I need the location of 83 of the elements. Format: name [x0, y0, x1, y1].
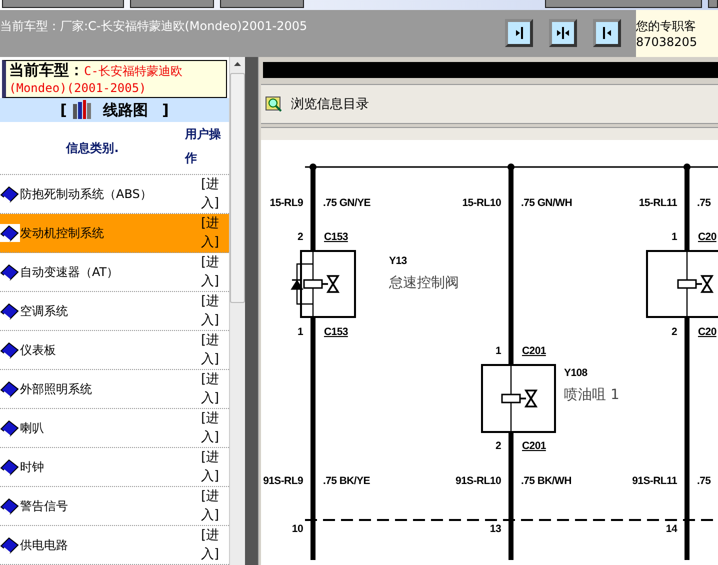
connector-label: C153 — [324, 231, 348, 243]
section-title: 线路图 — [103, 100, 148, 120]
valve-symbol — [677, 251, 714, 317]
component-name: 怠速控制阀 — [389, 275, 459, 291]
component-box — [646, 250, 718, 318]
pin-number: 1 — [495, 345, 501, 357]
enter-link[interactable]: [进入] — [201, 331, 223, 369]
wire-label: .75 GN/YE — [323, 197, 370, 209]
valve-symbol — [291, 251, 340, 317]
split-button[interactable] — [549, 19, 577, 47]
enter-link[interactable]: [进入] — [201, 487, 223, 525]
wire-label: .75 GN/WH — [521, 197, 572, 209]
enter-link[interactable]: [进入] — [201, 214, 223, 252]
category-label: 发动机控制系统 — [20, 224, 105, 242]
wire-label: .75 BK/YE — [323, 475, 370, 487]
category-label: 自动变速器（AT） — [20, 264, 120, 280]
scrollbar[interactable] — [229, 57, 245, 565]
pin-number: 1 — [297, 326, 303, 338]
toolbar-button[interactable] — [220, 0, 304, 8]
category-label: 仪表板 — [20, 342, 57, 358]
arrow-right-icon — [513, 26, 525, 40]
book-icon — [0, 224, 20, 242]
circuit-label: 15-RL11 — [638, 197, 677, 209]
category-row[interactable]: 发动机控制系统 [进入] — [0, 214, 229, 253]
vehicle-box: 当前车型：C-长安福特蒙迪欧(Mondeo)(2001-2005) — [2, 60, 227, 98]
toolbar-button[interactable] — [2, 0, 124, 8]
wire-label: .75 BK/WH — [521, 475, 572, 487]
pin-number: 2 — [671, 326, 677, 338]
component-name: 喷油咀 1 — [564, 387, 620, 403]
circuit-label: 91S-RL11 — [632, 475, 677, 487]
enter-link[interactable]: [进入] — [201, 253, 223, 291]
category-label: 外部照明系统 — [20, 380, 93, 398]
vehicle-info: 当前车型：厂家:C-长安福特蒙迪欧(Mondeo)2001-2005 — [0, 18, 308, 35]
connector-label: C20 — [698, 326, 716, 338]
move-right-button[interactable] — [505, 19, 533, 47]
enter-link[interactable]: [进入] — [201, 526, 223, 564]
enter-link[interactable]: [进入] — [201, 409, 223, 447]
toolbar-button[interactable] — [708, 0, 718, 8]
move-left-button[interactable] — [593, 19, 621, 47]
connector-label: C201 — [522, 440, 546, 452]
connector-label: C153 — [324, 326, 348, 338]
splice-pin: 10 — [292, 523, 303, 535]
column-header: 用户操作 — [185, 126, 222, 167]
toolbar-button[interactable] — [130, 0, 214, 8]
category-label: 供电电路 — [20, 536, 69, 554]
component-ref: Y108 — [564, 367, 588, 379]
wire-label: .75 — [697, 475, 711, 487]
circuit-label: 91S-RL10 — [456, 475, 501, 487]
wire-label: .75 — [697, 197, 711, 209]
scrollbar-thumb[interactable] — [230, 73, 245, 303]
pin-number: 2 — [297, 231, 303, 243]
pin-number: 1 — [671, 231, 677, 243]
component-ref: Y13 — [389, 255, 407, 267]
service-text: 87038205 — [636, 35, 698, 49]
column-header: 信息类别. — [64, 140, 120, 156]
circuit-label: 15-RL10 — [462, 197, 501, 209]
browse-catalog-link[interactable]: 浏览信息目录 — [291, 95, 369, 113]
books-icon — [71, 100, 93, 120]
split-arrows-icon — [556, 26, 570, 40]
pin-number: 2 — [495, 440, 501, 452]
service-text: 您的专职客 — [636, 18, 697, 35]
enter-link[interactable]: [进入] — [201, 292, 223, 330]
category-label: 防抱死制动系统（ABS） — [20, 186, 153, 202]
arrow-left-icon — [601, 26, 613, 40]
category-label: 喇叭 — [20, 420, 45, 436]
valve-symbol — [501, 365, 538, 432]
connector-label: C20 — [698, 231, 716, 243]
circuit-label: 15-RL9 — [270, 197, 303, 209]
connector-label: C201 — [522, 345, 546, 357]
magnifier-icon — [265, 95, 283, 113]
category-label: 警告信号 — [20, 498, 69, 514]
splice-pin: 13 — [490, 523, 501, 535]
circuit-label: 91S-RL9 — [263, 475, 303, 487]
category-label: 空调系统 — [20, 302, 69, 320]
bracket: ] — [162, 101, 169, 119]
component-box — [300, 250, 356, 318]
enter-link[interactable]: [进入] — [201, 448, 223, 486]
category-label: 时钟 — [20, 458, 45, 476]
toolbar-button[interactable] — [545, 0, 702, 8]
enter-link[interactable]: [进入] — [201, 175, 223, 213]
splice-pin: 14 — [666, 523, 677, 535]
enter-link[interactable]: [进入] — [201, 370, 223, 408]
bracket: [ — [60, 101, 67, 119]
